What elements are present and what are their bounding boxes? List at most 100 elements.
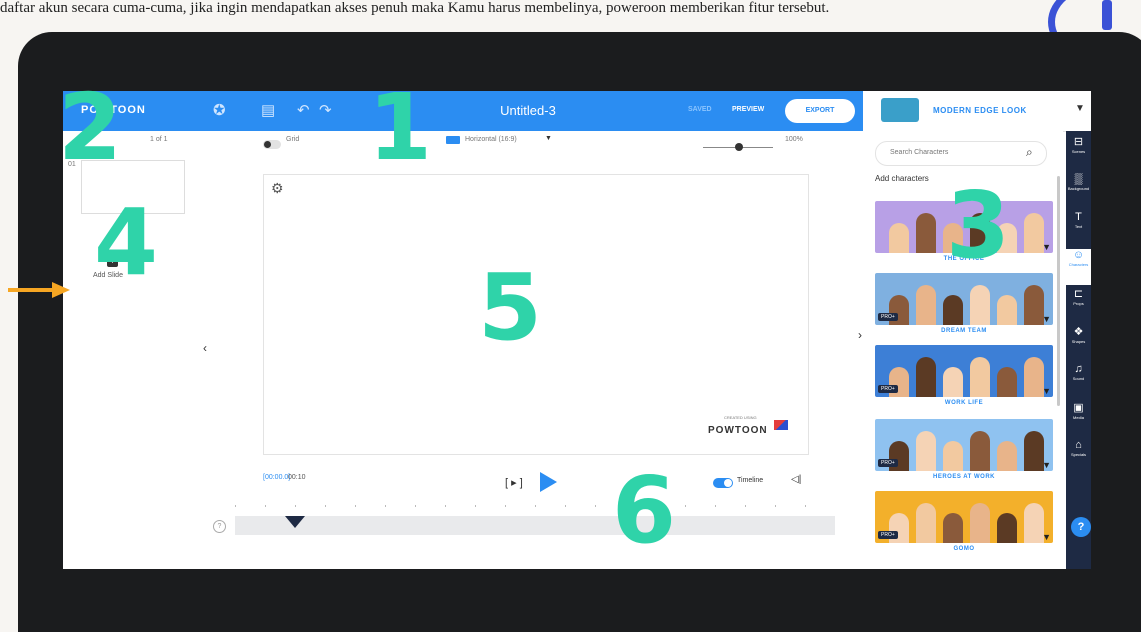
- character-figure: [943, 295, 963, 325]
- pro-badge: PRO+: [878, 531, 898, 539]
- rail-item-scenes[interactable]: ⊟ Scenes: [1066, 135, 1091, 171]
- slide-count: 1 of 1: [150, 136, 168, 143]
- preview-button[interactable]: PREVIEW: [732, 106, 764, 113]
- character-figure: [916, 357, 936, 397]
- top-bar: POWTOON ✪ ▤ ↶ ↷ Untitled-3 SAVED PREVIEW…: [63, 91, 863, 131]
- chevron-down-icon[interactable]: ▼: [1042, 242, 1051, 252]
- pro-badge: PRO+: [878, 459, 898, 467]
- character-figure: [916, 213, 936, 253]
- grid-toggle[interactable]: [263, 140, 281, 149]
- rail-item-props[interactable]: ⊏ Props: [1066, 287, 1091, 323]
- character-figure: [1024, 285, 1044, 325]
- speaker-icon[interactable]: ◁|: [791, 474, 801, 485]
- pro-badge: PRO+: [878, 385, 898, 393]
- rail-item-text[interactable]: T Text: [1066, 211, 1091, 247]
- timeline-ruler: [235, 505, 835, 507]
- help-button[interactable]: ?: [1071, 517, 1091, 537]
- rail-item-background[interactable]: ▒ Background: [1066, 173, 1091, 209]
- characters-icon: ☺: [1072, 249, 1085, 261]
- rail-item-sound[interactable]: ♫ Sound: [1066, 363, 1091, 399]
- rail-item-label: Sound: [1072, 376, 1085, 381]
- annotation-number: 6: [612, 457, 677, 564]
- background-icon: ▒: [1074, 173, 1083, 185]
- rail-item-label: Text: [1074, 224, 1083, 229]
- character-card[interactable]: PRO+ ▼: [875, 273, 1053, 325]
- timeline-label: Timeline: [737, 477, 764, 484]
- timeline-help-icon[interactable]: ?: [213, 520, 226, 533]
- corner-logo-bar: [1102, 0, 1112, 30]
- look-label: MODERN EDGE LOOK: [933, 106, 1027, 115]
- watermark-logo: POWTOON: [708, 425, 768, 436]
- current-time: [00:00.0]: [263, 474, 291, 481]
- character-figure: [943, 367, 963, 397]
- format-icon: [446, 136, 460, 144]
- text-icon: T: [1075, 211, 1082, 223]
- look-selector[interactable]: MODERN EDGE LOOK ▼: [863, 91, 1091, 132]
- rail-item-shapes[interactable]: ❖ Shapes: [1066, 325, 1091, 361]
- rail-item-characters[interactable]: ☺ Characters: [1066, 249, 1091, 285]
- chevron-down-icon[interactable]: ▼: [1042, 460, 1051, 470]
- watermark-caption: CREATED USING: [724, 415, 757, 420]
- article-caption: daftar akun secara cuma-cuma, jika ingin…: [0, 0, 830, 16]
- chevron-down-icon[interactable]: ▼: [1042, 386, 1051, 396]
- character-figure: [970, 503, 990, 543]
- character-card[interactable]: PRO+ ▼: [875, 419, 1053, 471]
- sound-icon: ♫: [1074, 363, 1083, 375]
- annotation-number: 3: [946, 172, 1011, 279]
- character-card-label: GOMO: [953, 546, 975, 552]
- shapes-icon: ❖: [1073, 326, 1084, 338]
- character-figure: [916, 503, 936, 543]
- annotation-number: 1: [368, 74, 433, 181]
- timeline-toggle[interactable]: [713, 478, 733, 488]
- search-icon[interactable]: ⌕: [1026, 145, 1033, 160]
- character-figure: [1024, 431, 1044, 471]
- character-card[interactable]: PRO+ ▼: [875, 491, 1053, 543]
- search-placeholder: Search Characters: [890, 149, 949, 156]
- search-characters-field[interactable]: Search Characters ⌕: [875, 141, 1047, 166]
- play-frame-button[interactable]: [ ▸ ]: [505, 476, 523, 489]
- panel-scrollbar[interactable]: [1057, 176, 1060, 406]
- zoom-slider-handle[interactable]: [735, 143, 743, 151]
- character-figure: [997, 367, 1017, 397]
- character-card-label: WORK LIFE: [944, 400, 984, 406]
- scenes-icon: ⊟: [1073, 136, 1084, 148]
- chevron-right-icon[interactable]: ›: [858, 328, 862, 342]
- rail-item-label: Scenes: [1071, 149, 1086, 154]
- character-figure: [970, 357, 990, 397]
- specials-icon: ⌂: [1075, 439, 1082, 451]
- character-card[interactable]: PRO+ ▼: [875, 345, 1053, 397]
- play-icon[interactable]: [540, 472, 557, 492]
- character-figure: [943, 513, 963, 543]
- rail-item-media[interactable]: ▣ Media: [1066, 401, 1091, 437]
- playhead-marker[interactable]: [285, 516, 305, 528]
- zoom-value: 100%: [785, 136, 803, 143]
- character-figure: [997, 295, 1017, 325]
- chevron-down-icon[interactable]: ▼: [1042, 532, 1051, 542]
- tool-rail: ⊟ Scenes ▒ Background T Text ☺ Characters ⊏ Props…: [1066, 131, 1091, 569]
- rail-item-label: Specials: [1070, 452, 1087, 457]
- media-icon: ▣: [1073, 402, 1084, 414]
- add-characters-heading: Add characters: [875, 174, 929, 183]
- rail-item-label: Props: [1073, 301, 1084, 306]
- character-figure: [997, 441, 1017, 471]
- props-icon: ⊏: [1073, 288, 1084, 300]
- character-figure: [943, 441, 963, 471]
- character-figure: [1024, 503, 1044, 543]
- character-figure: [997, 513, 1017, 543]
- character-figure: [1024, 357, 1044, 397]
- export-button[interactable]: EXPORT: [785, 99, 855, 123]
- gear-icon[interactable]: ⚙: [271, 180, 284, 197]
- format-selector[interactable]: Horizontal (16:9): [465, 136, 517, 143]
- character-figure: [916, 285, 936, 325]
- chevron-down-icon[interactable]: ▼: [1042, 314, 1051, 324]
- chevron-left-icon[interactable]: ‹: [203, 341, 207, 355]
- grid-label: Grid: [286, 136, 300, 143]
- look-thumbnail: [881, 98, 919, 122]
- watermark-mark: [774, 420, 788, 430]
- annotation-number: 4: [94, 189, 159, 296]
- rail-item-specials[interactable]: ⌂ Specials: [1066, 439, 1091, 475]
- pointer-arrow-icon: [8, 282, 70, 298]
- timeline-track[interactable]: [235, 516, 835, 535]
- chevron-down-icon[interactable]: ▼: [1075, 103, 1085, 114]
- chevron-down-icon[interactable]: ▼: [545, 135, 552, 142]
